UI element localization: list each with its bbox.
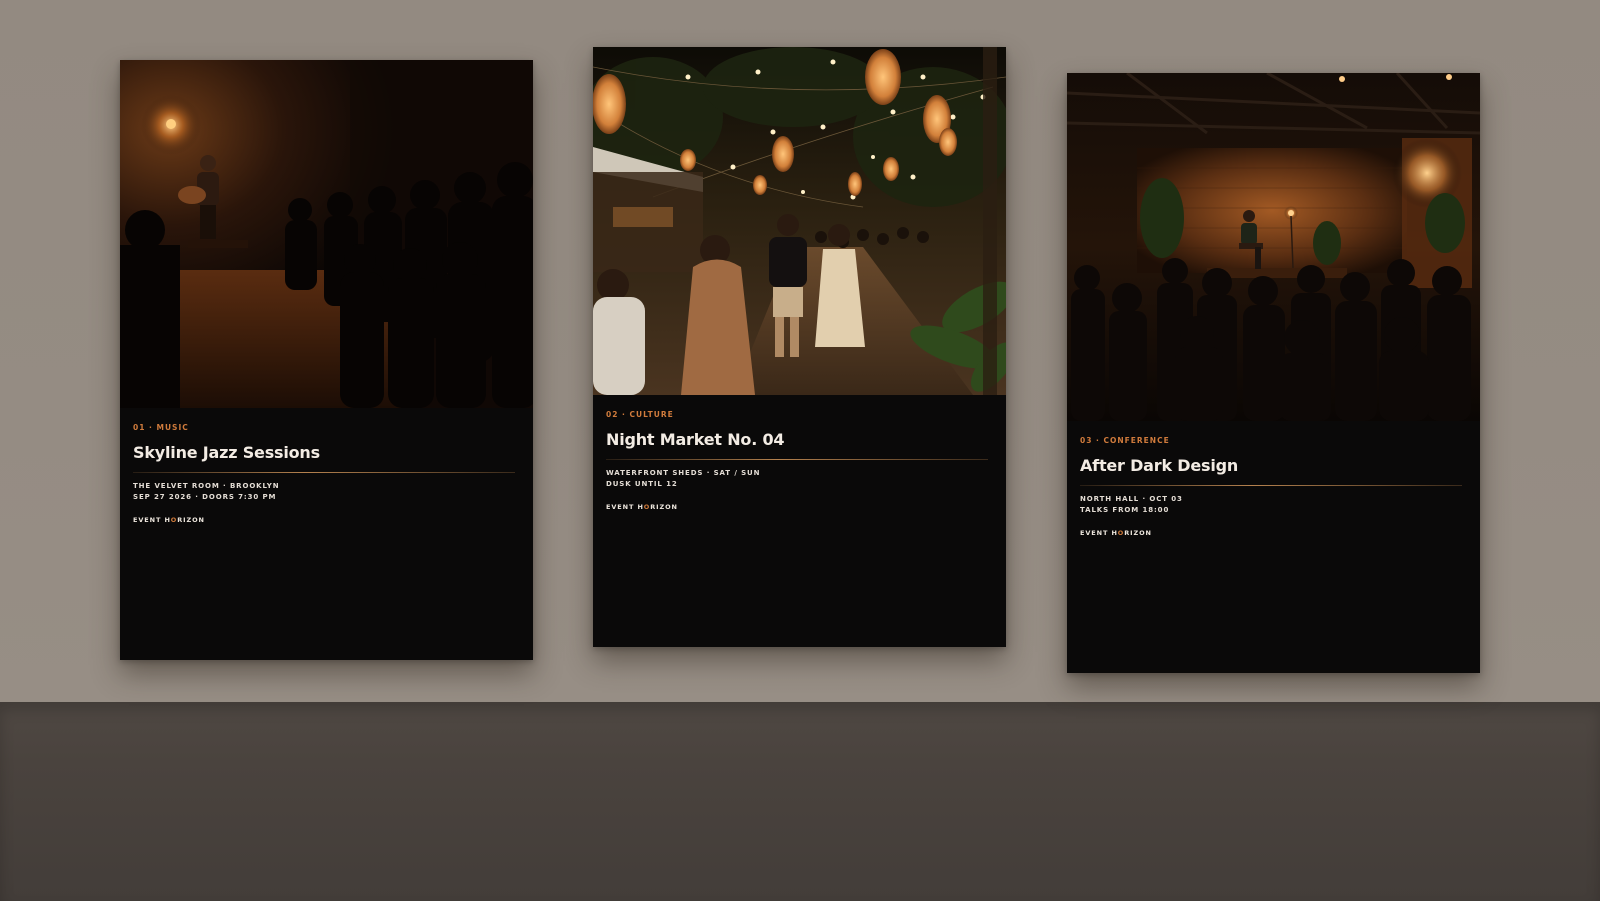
night-market-photo [593, 47, 1006, 395]
brand-text-start: EVENT H [133, 516, 171, 524]
event-title: Skyline Jazz Sessions [133, 443, 320, 462]
brand-text-start: EVENT H [1080, 529, 1118, 537]
category-label: 01 · MUSIC [133, 423, 189, 432]
details-line-time: SEP 27 2026 · DOORS 7:30 PM [133, 493, 277, 501]
poster-info: 01 · MUSIC Skyline Jazz Sessions THE VEL… [120, 408, 533, 524]
poster-card-conference[interactable]: 03 · CONFERENCE After Dark Design NORTH … [1067, 73, 1480, 673]
divider [606, 459, 988, 460]
poster-card-culture[interactable]: 02 · CULTURE Night Market No. 04 WATERFR… [593, 47, 1006, 647]
details-line-time: DUSK UNTIL 12 [606, 480, 678, 488]
brand-text-start: EVENT H [606, 503, 644, 511]
shelf-ledge [0, 702, 1600, 901]
event-details: NORTH HALL · OCT 03 TALKS FROM 18:00 [1080, 494, 1467, 516]
conference-talk-photo [1067, 73, 1480, 421]
event-title: Night Market No. 04 [606, 430, 785, 449]
brand-wordmark: EVENT HORIZON [133, 516, 520, 524]
event-details: WATERFRONT SHEDS · SAT / SUN DUSK UNTIL … [606, 468, 993, 490]
details-line-venue: THE VELVET ROOM · BROOKLYN [133, 482, 280, 490]
details-line-venue: NORTH HALL · OCT 03 [1080, 495, 1183, 503]
brand-text-end: RIZON [650, 503, 678, 511]
divider [133, 472, 515, 473]
poster-info: 02 · CULTURE Night Market No. 04 WATERFR… [593, 395, 1006, 511]
details-line-time: TALKS FROM 18:00 [1080, 506, 1170, 514]
details-line-venue: WATERFRONT SHEDS · SAT / SUN [606, 469, 761, 477]
category-label: 03 · CONFERENCE [1080, 436, 1170, 445]
brand-wordmark: EVENT HORIZON [1080, 529, 1467, 537]
brand-text-end: RIZON [177, 516, 205, 524]
category-label: 02 · CULTURE [606, 410, 674, 419]
event-details: THE VELVET ROOM · BROOKLYN SEP 27 2026 ·… [133, 481, 520, 503]
brand-wordmark: EVENT HORIZON [606, 503, 993, 511]
poster-card-music[interactable]: 01 · MUSIC Skyline Jazz Sessions THE VEL… [120, 60, 533, 660]
poster-info: 03 · CONFERENCE After Dark Design NORTH … [1067, 421, 1480, 537]
divider [1080, 485, 1462, 486]
event-title: After Dark Design [1080, 456, 1239, 475]
brand-text-end: RIZON [1124, 529, 1152, 537]
jazz-performance-photo [120, 60, 533, 408]
